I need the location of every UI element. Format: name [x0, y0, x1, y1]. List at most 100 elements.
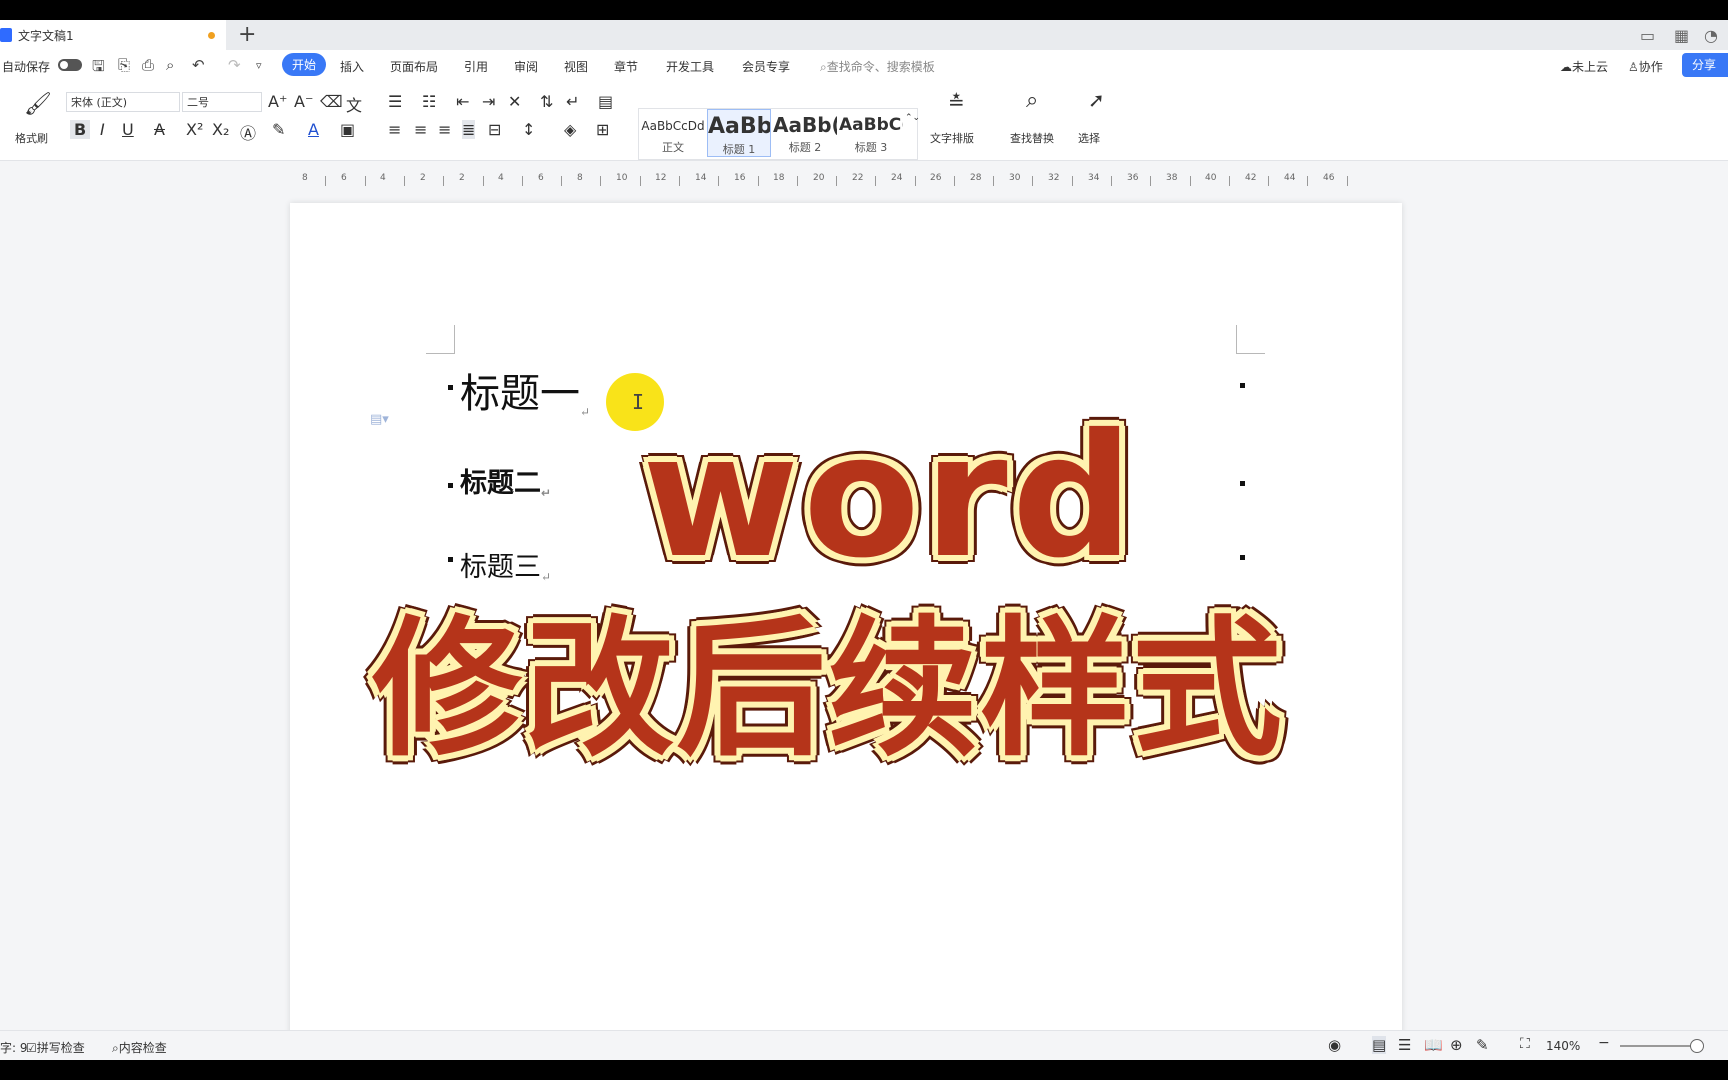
paragraph-handle-icon[interactable]: ▤▾: [370, 412, 389, 427]
word-count[interactable]: 字: 9: [0, 1039, 28, 1056]
line-spacing-icon[interactable]: ↕: [522, 120, 535, 139]
autosave-label: 自动保存: [2, 60, 51, 74]
superscript-icon[interactable]: X²: [186, 120, 203, 139]
heading-1-text[interactable]: 标题一↵: [460, 361, 590, 419]
style-heading1[interactable]: AaBb 标题 1: [707, 109, 771, 157]
zoom-slider-handle[interactable]: [1690, 1039, 1704, 1053]
share-button[interactable]: 分享: [1682, 53, 1728, 77]
bold-icon[interactable]: B: [70, 120, 91, 139]
align-right-icon[interactable]: ≡: [438, 120, 451, 139]
save-icon[interactable]: 🖫: [92, 56, 105, 81]
increase-indent-icon[interactable]: ⇥: [482, 92, 495, 111]
phonetic-icon[interactable]: 文: [346, 92, 362, 116]
horizontal-ruler[interactable]: 8 6 4 2 2 4 6 8 10 12 14 16 18 20 22 24 26 28 30 32 34 36 38 40…: [290, 170, 1390, 188]
outline-view-icon[interactable]: ☰: [1398, 1036, 1411, 1054]
subscript-icon[interactable]: X₂: [212, 120, 229, 139]
justify-icon[interactable]: ≣: [462, 120, 476, 139]
customize-quick-access-icon[interactable]: ▿: [256, 59, 262, 72]
eye-protect-icon[interactable]: ◉: [1328, 1036, 1341, 1054]
char-border-icon[interactable]: ▣: [340, 120, 355, 139]
content-check[interactable]: ⌕内容检查: [112, 1039, 167, 1056]
font-size-select[interactable]: 二号: [182, 92, 262, 112]
gallery-scroll-icon[interactable]: ⌃⌄: [905, 113, 920, 123]
numbering-icon[interactable]: ☷: [422, 92, 436, 111]
layout-icon[interactable]: ▭: [1640, 26, 1655, 45]
select-label[interactable]: 选择: [1078, 130, 1100, 146]
decrease-indent-icon[interactable]: ⇤: [456, 92, 469, 111]
menu-member[interactable]: 会员专享: [742, 58, 790, 75]
highlight-icon[interactable]: ✎: [272, 120, 285, 139]
skin-icon[interactable]: ◔: [1704, 26, 1718, 45]
autosave-toggle[interactable]: [58, 59, 82, 71]
reading-view-icon[interactable]: 📖: [1424, 1036, 1443, 1054]
ruler-label: 30: [1009, 173, 1021, 183]
menu-review[interactable]: 审阅: [514, 58, 538, 75]
undo-icon[interactable]: ↶: [192, 56, 205, 74]
ruler-tick: [1307, 176, 1308, 186]
zoom-out-icon[interactable]: −: [1598, 1035, 1610, 1051]
font-color-icon[interactable]: A: [308, 120, 319, 139]
ruler-label: 6: [538, 173, 544, 183]
strikethrough-icon[interactable]: A: [154, 120, 165, 139]
style-heading2[interactable]: AaBb( 标题 2: [773, 109, 837, 157]
zoom-slider[interactable]: [1620, 1045, 1700, 1047]
style-normal[interactable]: AaBbCcDd 正文: [641, 109, 705, 157]
clear-format-icon[interactable]: ⌫: [320, 92, 343, 111]
heading-2-text[interactable]: 标题二↵: [460, 461, 551, 500]
borders-icon[interactable]: ⊞: [596, 120, 609, 139]
document-tab[interactable]: 文字文稿1: [0, 20, 226, 50]
find-icon[interactable]: ⌕: [1026, 88, 1038, 113]
format-painter-icon[interactable]: 🖌: [24, 92, 52, 117]
menu-insert[interactable]: 插入: [340, 58, 364, 75]
align-center-icon[interactable]: ≡: [414, 120, 427, 139]
ruler-tick: [522, 176, 523, 186]
text-layout-label[interactable]: 文字排版: [930, 130, 974, 146]
spell-check[interactable]: ☑拼写检查: [26, 1039, 85, 1056]
cloud-status[interactable]: ☁未上云: [1560, 58, 1608, 75]
write-mode-icon[interactable]: ✎: [1476, 1036, 1489, 1054]
show-marks-icon[interactable]: ↵: [566, 92, 579, 111]
menu-chapter[interactable]: 章节: [614, 58, 638, 75]
add-tab-button[interactable]: +: [238, 22, 256, 47]
text-layout-icon[interactable]: ≛: [948, 90, 965, 114]
shading-icon[interactable]: ◈: [564, 120, 576, 139]
menu-references[interactable]: 引用: [464, 58, 488, 75]
format-painter-label[interactable]: 格式刷: [15, 130, 48, 146]
redo-icon[interactable]: ↷: [228, 56, 241, 74]
shrink-font-icon[interactable]: A⁻: [294, 92, 313, 111]
zoom-level[interactable]: 140%: [1546, 1039, 1580, 1053]
text-effect-icon[interactable]: Ⓐ: [240, 120, 256, 144]
underline-icon[interactable]: U: [122, 120, 134, 139]
ruler-tick: [365, 176, 366, 186]
find-replace-label[interactable]: 查找替换: [1010, 130, 1054, 146]
chinese-layout-icon[interactable]: ✕: [508, 92, 521, 111]
export-icon[interactable]: ⎘: [118, 56, 130, 74]
sort-icon[interactable]: ⇅: [540, 92, 553, 111]
bullets-icon[interactable]: ☰: [388, 92, 402, 111]
distribute-icon[interactable]: ⊟: [488, 120, 501, 139]
print-icon[interactable]: ⎙: [142, 56, 154, 74]
italic-icon[interactable]: I: [100, 120, 105, 139]
align-left-icon[interactable]: ≡: [388, 120, 401, 139]
fit-page-icon[interactable]: ⛶: [1520, 1036, 1530, 1052]
overlay-title-chinese: 修改后续样式: [371, 603, 1285, 777]
heading-3-text[interactable]: 标题三↵: [460, 545, 551, 584]
ruler-tick: [758, 176, 759, 186]
menu-view[interactable]: 视图: [564, 58, 588, 75]
menu-home[interactable]: 开始: [282, 53, 327, 76]
print-preview-icon[interactable]: ⌕: [166, 56, 174, 74]
font-name-select[interactable]: 宋体 (正文): [66, 92, 180, 112]
grow-font-icon[interactable]: A⁺: [268, 92, 287, 111]
menu-page-layout[interactable]: 页面布局: [390, 58, 438, 75]
style-heading3[interactable]: AaBbC( 标题 3: [839, 109, 903, 157]
table-ruler-icon[interactable]: ▤: [598, 92, 613, 111]
command-search[interactable]: ⌕查找命令、搜索模板: [820, 58, 935, 75]
page-view-icon[interactable]: ▤: [1372, 1036, 1387, 1054]
select-cursor-icon[interactable]: ➚: [1088, 88, 1105, 112]
ruler-label: 40: [1205, 173, 1217, 183]
menu-developer[interactable]: 开发工具: [666, 58, 714, 75]
web-view-icon[interactable]: ⊕: [1450, 1036, 1463, 1054]
collab-button[interactable]: ♙协作: [1628, 58, 1663, 75]
grid-icon[interactable]: ▦: [1674, 26, 1689, 45]
status-bar: 字: 9 ☑拼写检查 ⌕内容检查 ◉ ▤ ☰ 📖 ⊕ ✎ ⛶ 140% −: [0, 1030, 1728, 1060]
